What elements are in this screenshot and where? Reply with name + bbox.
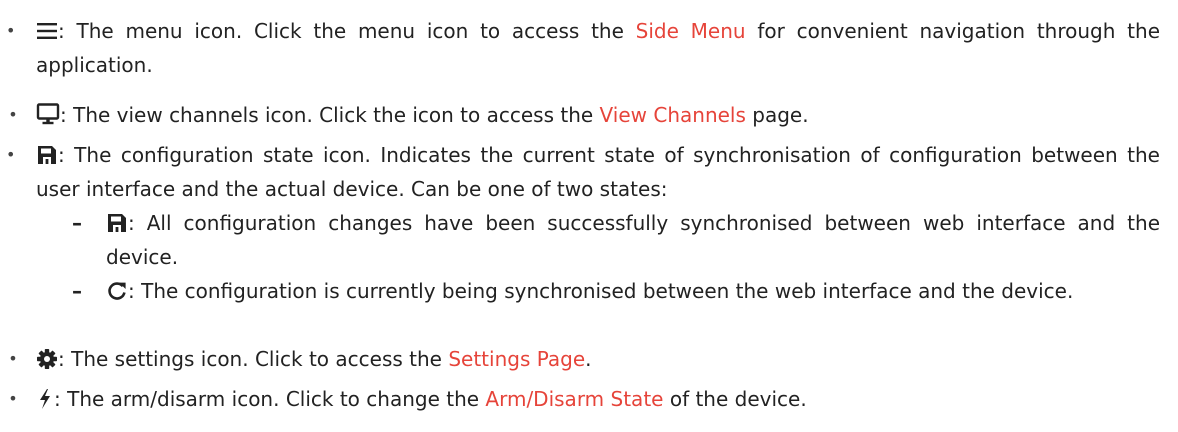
monitor-icon: [36, 102, 60, 126]
side-menu-link[interactable]: Side Menu: [636, 19, 746, 43]
settings-page-link[interactable]: Settings Page: [448, 347, 585, 371]
save-icon: [36, 144, 58, 166]
refresh-icon: [106, 280, 128, 302]
sub-item-syncing: – : The configuration is currently being…: [72, 274, 1160, 308]
item-text: : The menu icon. Click the menu icon to …: [58, 19, 636, 43]
item-text: .: [585, 347, 592, 371]
item-text: : The configuration is currently being s…: [128, 279, 1074, 303]
dash: –: [72, 211, 82, 235]
gear-icon: [36, 348, 58, 370]
item-text: of the device.: [663, 387, 807, 411]
item-text: page.: [745, 103, 809, 127]
sub-item-synced: – : All configuration changes have been …: [72, 206, 1160, 274]
dash: –: [72, 279, 82, 303]
list-item-arm-disarm: • : The arm/disarm icon. Click to change…: [8, 382, 1160, 416]
list-item-config-state: • : The configuration state icon. Indica…: [6, 138, 1160, 206]
documentation-list: • : The menu icon. Click the menu icon t…: [0, 0, 1178, 432]
menu-icon: [36, 20, 58, 42]
bullet: •: [8, 105, 18, 124]
item-text: : The view channels icon. Click the icon…: [60, 103, 600, 127]
bullet: •: [6, 145, 16, 164]
bolt-icon: [36, 388, 54, 410]
view-channels-link[interactable]: View Channels: [600, 103, 746, 127]
arm-disarm-state-link[interactable]: Arm/Disarm State: [485, 387, 663, 411]
item-text: : The configuration state icon. Indicate…: [36, 143, 1160, 201]
item-text: : All configuration changes have been su…: [106, 211, 1160, 269]
item-text: : The settings icon. Click to access the: [58, 347, 449, 371]
bullet: •: [6, 21, 16, 40]
list-item-view-channels: • : The view channels icon. Click the ic…: [8, 98, 1160, 132]
list-item-settings: • : The settings icon. Click to access t…: [8, 342, 1160, 376]
list-item-menu: • : The menu icon. Click the menu icon t…: [6, 14, 1160, 82]
bullet: •: [8, 349, 18, 368]
bullet: •: [8, 389, 18, 408]
item-text: : The arm/disarm icon. Click to change t…: [54, 387, 486, 411]
save-icon: [106, 212, 128, 234]
